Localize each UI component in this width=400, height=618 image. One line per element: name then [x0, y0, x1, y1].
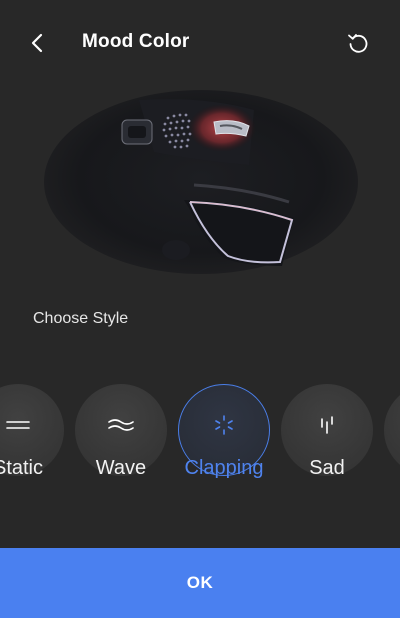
- style-option-sad[interactable]: Sad: [281, 384, 373, 484]
- clapping-burst-icon: [209, 410, 239, 440]
- ok-button[interactable]: OK: [0, 548, 400, 618]
- style-label: Sad: [309, 457, 345, 479]
- choose-style-label: Choose Style: [33, 310, 129, 327]
- sad-drops-icon: [312, 410, 342, 440]
- ok-label: OK: [186, 573, 214, 592]
- reset-icon: [348, 34, 368, 53]
- back-button[interactable]: [22, 28, 52, 58]
- page-title: Mood Color: [82, 31, 190, 52]
- car-door-illustration: [121, 99, 294, 266]
- static-lines-icon: [3, 410, 33, 440]
- style-carousel[interactable]: Static Wave Clappi: [0, 384, 400, 484]
- style-option-next[interactable]: [384, 384, 400, 484]
- car-interior-image: [44, 90, 358, 274]
- wave-icon: [106, 410, 136, 440]
- reset-button[interactable]: [343, 28, 373, 58]
- style-circle: [384, 384, 400, 476]
- header-bar: Mood Color: [0, 0, 400, 86]
- chevron-left-icon: [31, 33, 43, 53]
